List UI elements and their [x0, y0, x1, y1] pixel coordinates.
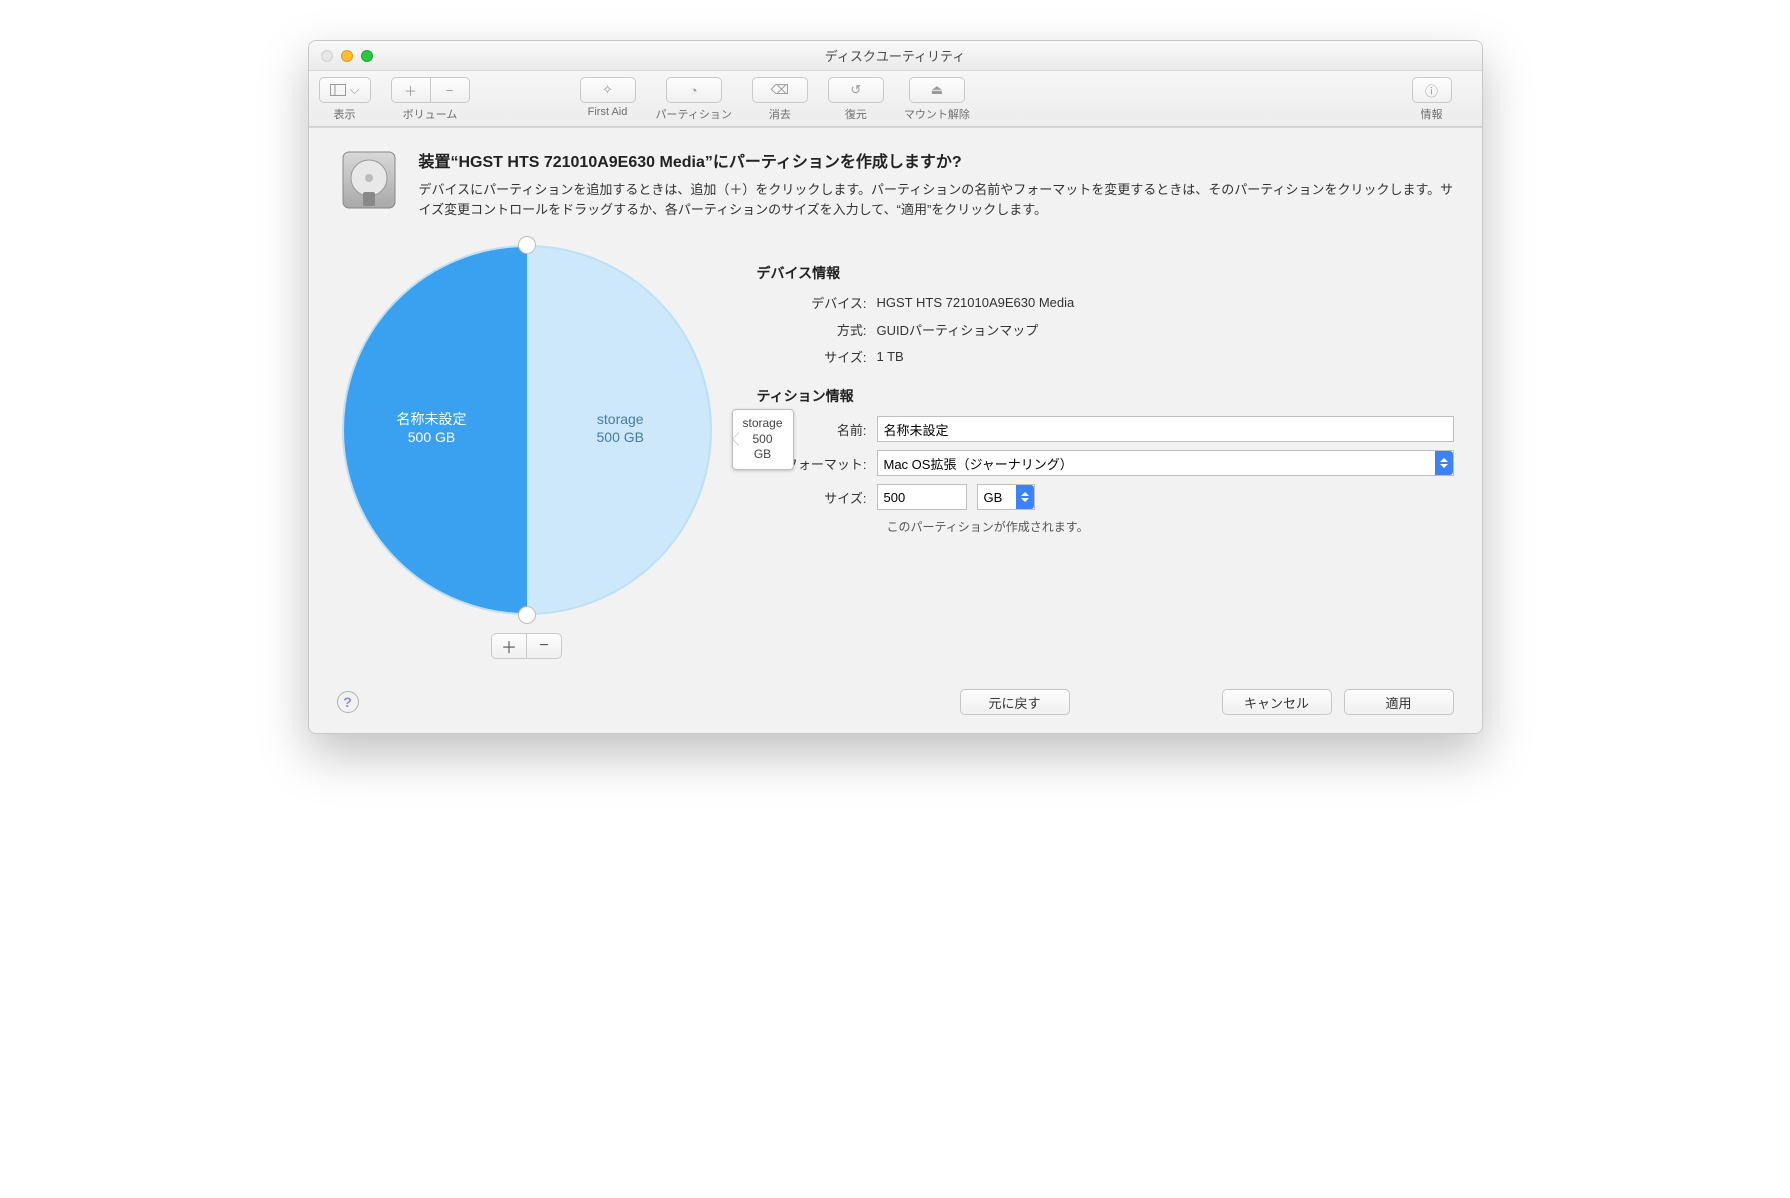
remove-partition-button[interactable]: −: [526, 633, 562, 659]
revert-button[interactable]: 元に戻す: [960, 689, 1070, 715]
add-remove-group: ＋ −: [337, 633, 717, 659]
unit-select[interactable]: GB: [977, 484, 1035, 510]
sheet-header: 装置“HGST HTS 721010A9E630 Media”にパーティションを…: [337, 148, 1454, 219]
toolbar-firstaid-group: ✧ First Aid: [580, 77, 636, 118]
titlebar: ディスクユーティリティ: [309, 41, 1482, 71]
size-input[interactable]: [877, 484, 967, 510]
toolbar: ⌵ 表示 ＋ − ボリューム ✧ First Aid ◔ パーティション ⌫ 消…: [309, 71, 1482, 127]
unit-arrow-icon: [1016, 485, 1034, 509]
disk-utility-window: ディスクユーティリティ ⌵ 表示 ＋ − ボリューム ✧ First Aid: [308, 40, 1483, 734]
minus-icon: −: [539, 637, 548, 655]
scheme-label: 方式:: [757, 320, 877, 339]
volume-add-button[interactable]: ＋: [391, 77, 431, 103]
restore-button[interactable]: ↺: [828, 77, 884, 103]
volume-minus-icon: −: [446, 83, 454, 98]
toolbar-partition-group: ◔ パーティション: [656, 77, 732, 122]
device-value: HGST HTS 721010A9E630 Media: [877, 295, 1075, 310]
add-partition-button[interactable]: ＋: [491, 633, 527, 659]
restore-icon: ↺: [850, 82, 861, 98]
firstaid-button[interactable]: ✧: [580, 77, 636, 103]
toolbar-erase-group: ⌫ 消去: [752, 77, 808, 122]
devsize-value: 1 TB: [877, 349, 904, 364]
pie-slice-left[interactable]: 名称未設定 500 GB: [397, 410, 467, 446]
firstaid-icon: ✧: [602, 82, 613, 98]
pie-right-size: 500 GB: [597, 428, 644, 446]
size-label: サイズ:: [757, 488, 877, 507]
eject-icon: ⏏: [931, 82, 943, 98]
partition-label: パーティション: [656, 106, 732, 122]
format-value: Mac OS拡張（ジャーナリング）: [884, 454, 1073, 473]
volume-plus-icon: ＋: [404, 81, 417, 100]
view-button[interactable]: ⌵: [319, 77, 371, 103]
partition-sheet: 装置“HGST HTS 721010A9E630 Media”にパーティションを…: [309, 127, 1482, 733]
pie-area: 名称未設定 500 GB storage 500 GB storage 500 …: [337, 239, 717, 659]
sheet-description: デバイスにパーティションを追加するときは、追加（＋）をクリックします。パーティシ…: [419, 180, 1454, 219]
firstaid-label: First Aid: [588, 106, 628, 118]
pie-slice-right[interactable]: storage 500 GB: [597, 410, 644, 446]
plus-icon: ＋: [501, 634, 517, 658]
erase-button[interactable]: ⌫: [752, 77, 808, 103]
apply-button[interactable]: 適用: [1344, 689, 1454, 715]
toolbar-restore-group: ↺ 復元: [828, 77, 884, 122]
name-input[interactable]: [877, 416, 1454, 442]
partition-pie[interactable]: 名称未設定 500 GB storage 500 GB: [342, 245, 712, 615]
pie-left-size: 500 GB: [397, 428, 467, 446]
erase-icon: ⌫: [771, 82, 789, 98]
tooltip-name: storage: [743, 416, 783, 432]
partition-hint: このパーティションが作成されます。: [887, 518, 1454, 535]
view-label: 表示: [334, 106, 356, 122]
info-button[interactable]: ⓘ: [1412, 77, 1452, 103]
device-label: デバイス:: [757, 293, 877, 312]
pie-left-name: 名称未設定: [397, 410, 467, 428]
partition-info-heading: ティション情報: [757, 386, 1454, 406]
partition-icon: ◔: [690, 83, 698, 98]
erase-label: 消去: [769, 106, 791, 122]
info-icon: ⓘ: [1425, 81, 1438, 100]
unit-value: GB: [984, 490, 1003, 505]
window-title: ディスクユーティリティ: [309, 46, 1482, 65]
resize-handle-bottom[interactable]: [518, 606, 536, 624]
cancel-button[interactable]: キャンセル: [1222, 689, 1332, 715]
format-select[interactable]: Mac OS拡張（ジャーナリング）: [877, 450, 1454, 476]
info-label: 情報: [1421, 106, 1443, 122]
sheet-title: 装置“HGST HTS 721010A9E630 Media”にパーティションを…: [419, 148, 1454, 172]
tooltip-size: 500 GB: [743, 432, 783, 463]
devsize-label: サイズ:: [757, 347, 877, 366]
toolbar-view-group: ⌵ 表示: [319, 77, 371, 122]
help-button[interactable]: ?: [337, 691, 359, 713]
pie-right-name: storage: [597, 410, 644, 428]
select-arrow-icon: [1435, 451, 1453, 475]
sheet-footer: ? 元に戻す キャンセル 適用: [337, 689, 1454, 715]
chevron-down-icon: ⌵: [350, 82, 360, 98]
unmount-button[interactable]: ⏏: [909, 77, 965, 103]
disk-icon: [337, 148, 401, 212]
help-icon: ?: [343, 694, 352, 710]
volume-label: ボリューム: [403, 106, 458, 122]
partition-tooltip: storage 500 GB: [732, 409, 794, 470]
device-info-heading: デバイス情報: [757, 263, 1454, 283]
restore-label: 復元: [845, 106, 867, 122]
info-panel: デバイス情報 デバイス: HGST HTS 721010A9E630 Media…: [757, 239, 1454, 659]
toolbar-info-group: ⓘ 情報: [1412, 77, 1452, 122]
resize-handle-top[interactable]: [518, 236, 536, 254]
volume-remove-button[interactable]: −: [430, 77, 470, 103]
toolbar-volume-group: ＋ − ボリューム: [391, 77, 470, 122]
partition-button[interactable]: ◔: [666, 77, 722, 103]
scheme-value: GUIDパーティションマップ: [877, 320, 1039, 339]
sidebar-icon: [330, 84, 346, 96]
toolbar-unmount-group: ⏏ マウント解除: [904, 77, 970, 122]
unmount-label: マウント解除: [904, 106, 970, 122]
